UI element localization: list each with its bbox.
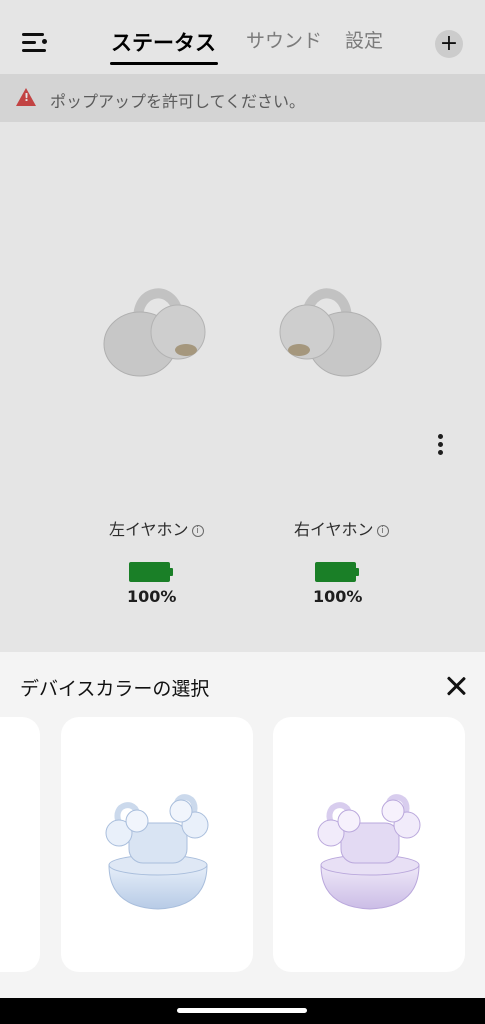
color-option-card-blue[interactable] [61, 717, 253, 972]
color-option-card-partial[interactable] [0, 717, 40, 972]
color-option-card-purple[interactable] [273, 717, 465, 972]
close-icon[interactable] [444, 674, 468, 698]
blue-earbuds-case-image [105, 794, 209, 910]
device-color-sheet: デバイスカラーの選択 [0, 652, 485, 998]
modal-scrim[interactable] [0, 0, 485, 652]
purple-earbuds-case-image [317, 794, 421, 910]
status-screen: ステータス サウンド 設定 + ! ポップアップを許可してください。 左イヤホン… [0, 0, 485, 652]
home-indicator[interactable] [177, 1008, 307, 1013]
sheet-title: デバイスカラーの選択 [20, 678, 210, 700]
